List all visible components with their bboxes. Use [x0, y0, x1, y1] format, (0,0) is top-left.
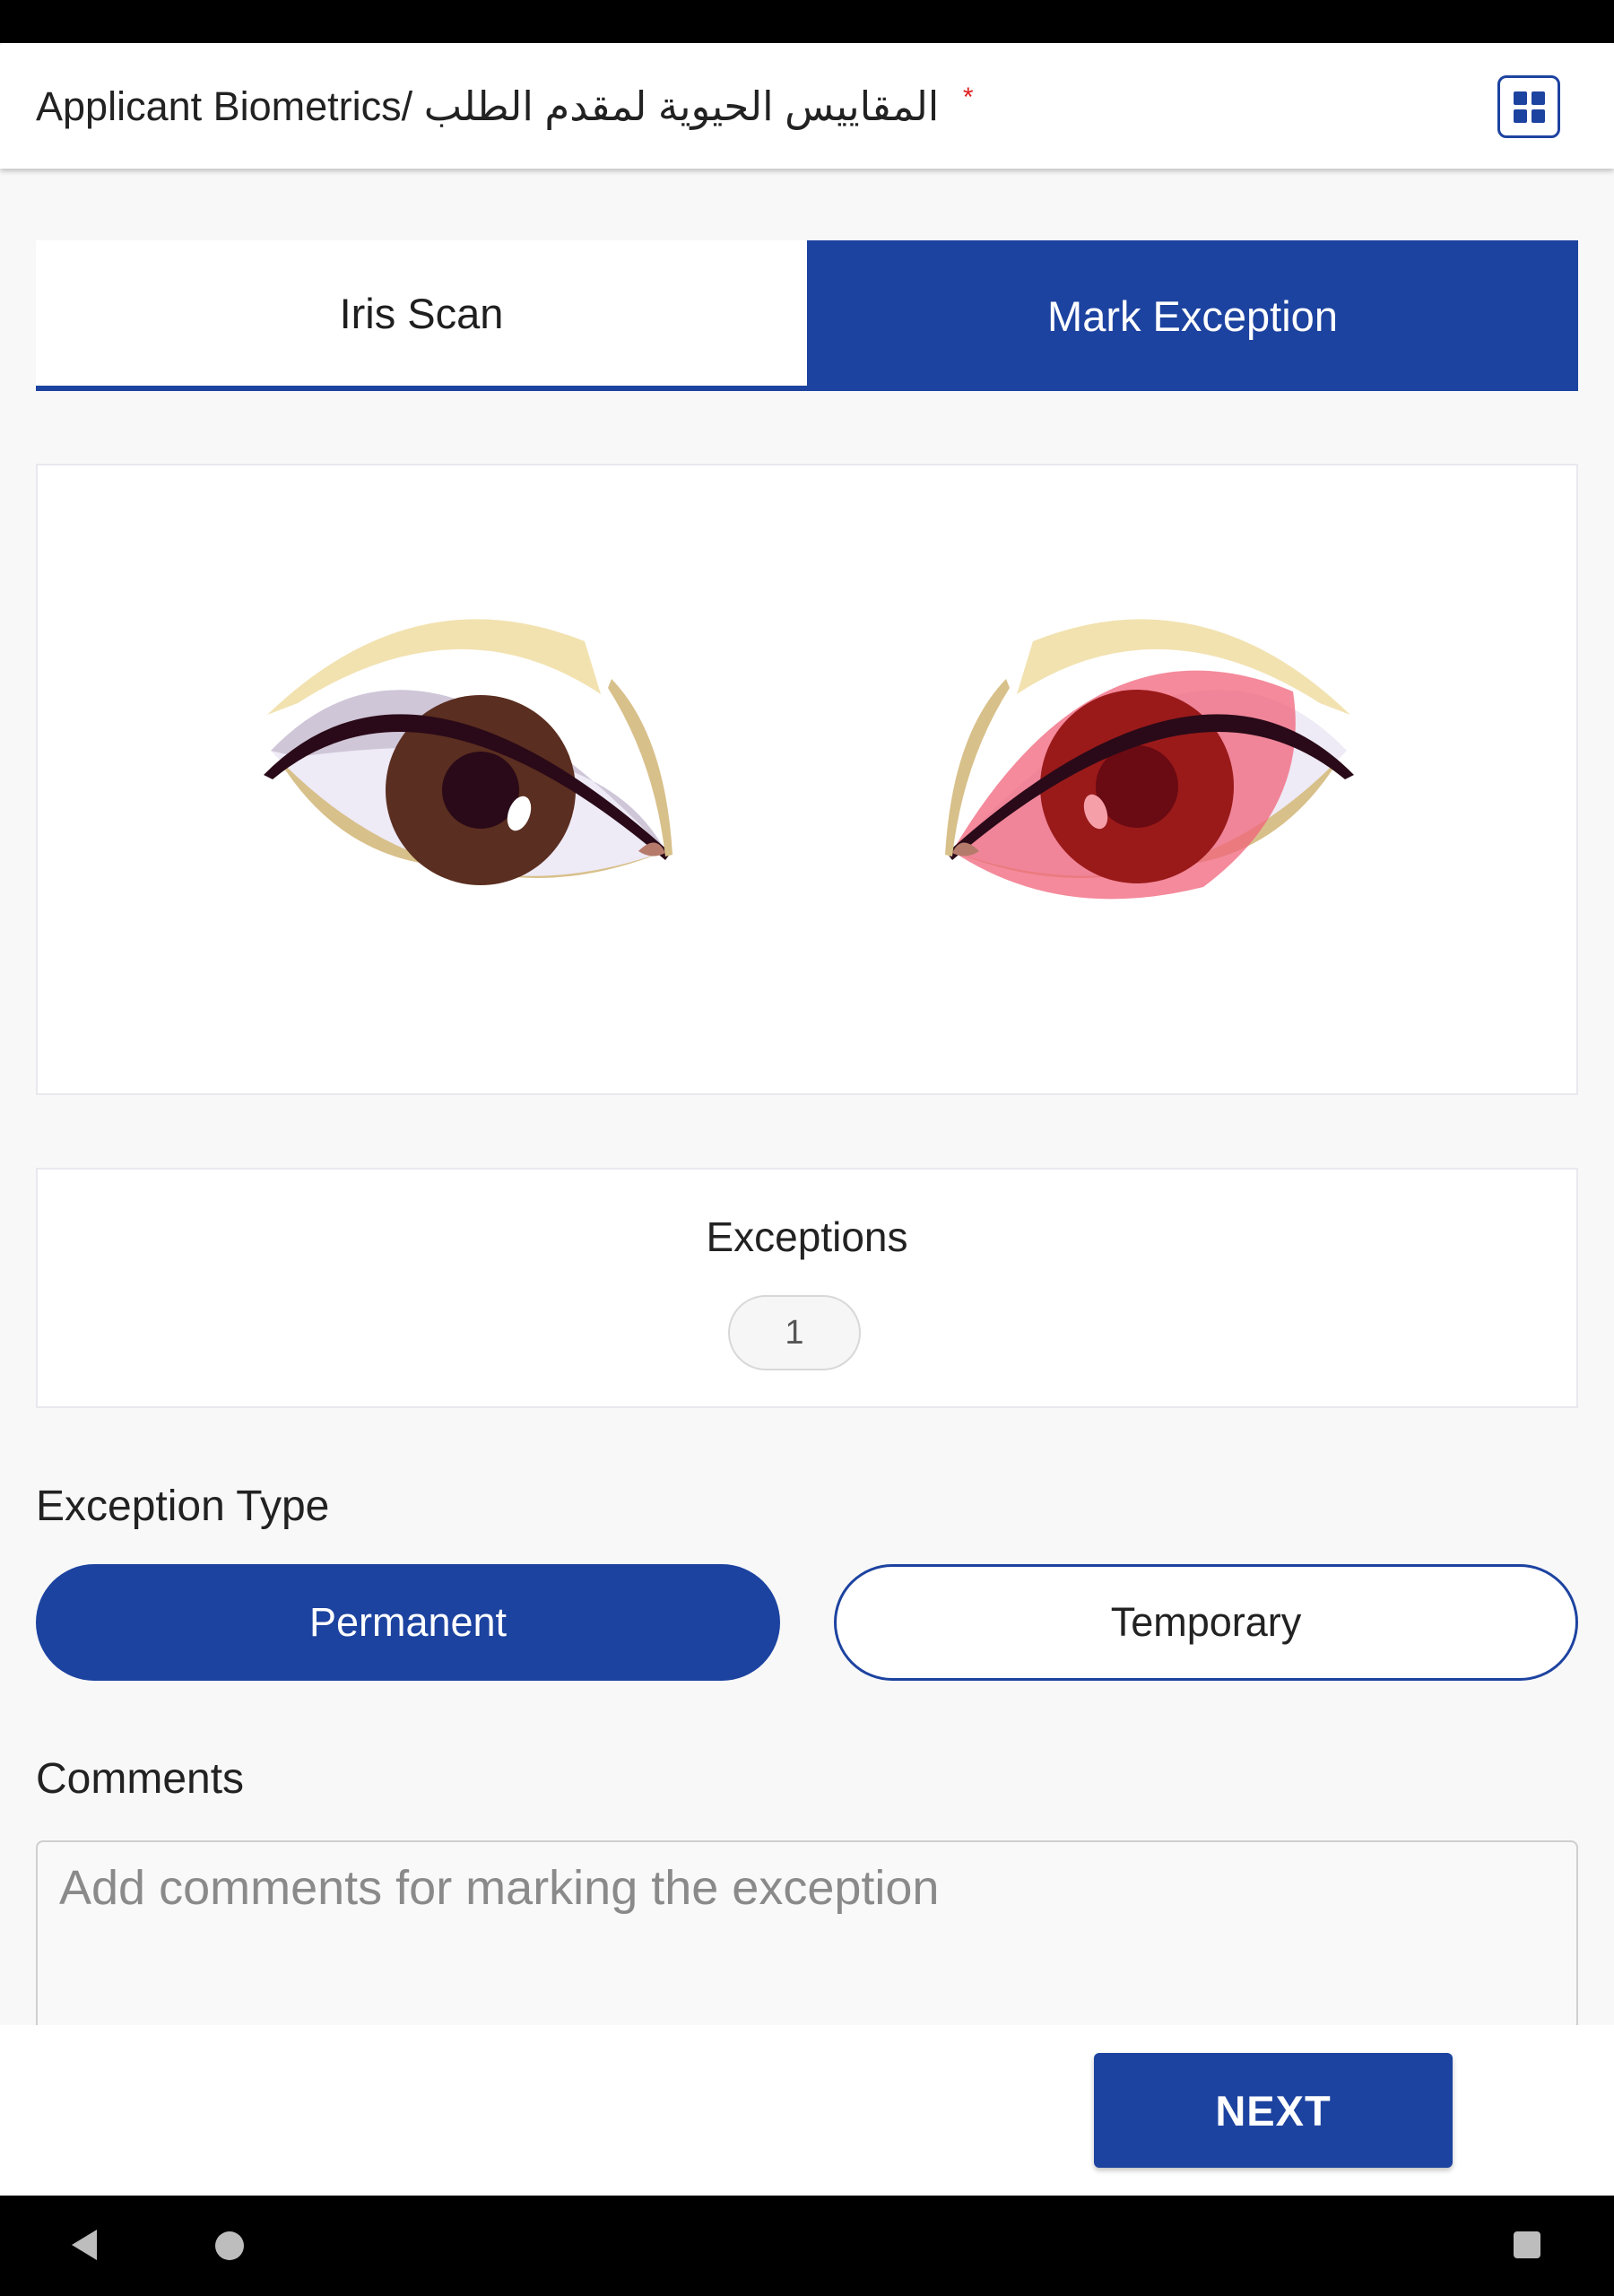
- exceptions-title: Exceptions: [706, 1213, 908, 1260]
- comments-label: Comments: [36, 1755, 245, 1803]
- exceptions-count-badge: 1: [728, 1295, 861, 1370]
- tab-iris-scan[interactable]: Iris Scan: [36, 240, 807, 391]
- page-title: Applicant Biometrics/ المقاييس الحيوية ل…: [36, 83, 974, 130]
- footer-bar: NEXT: [0, 2025, 1614, 2196]
- exceptions-summary: Exceptions 1: [36, 1168, 1578, 1408]
- biometric-tabs: Iris Scan Mark Exception: [36, 240, 1578, 391]
- system-nav-bar: [0, 2196, 1614, 2296]
- tab-mark-exception[interactable]: Mark Exception: [807, 240, 1578, 391]
- home-icon[interactable]: [215, 2231, 244, 2260]
- permanent-button[interactable]: Permanent: [36, 1564, 780, 1681]
- page-title-ar: المقاييس الحيوية لمقدم الطلب: [423, 83, 940, 129]
- app-header: Applicant Biometrics/ المقاييس الحيوية ل…: [0, 43, 1614, 169]
- status-bar: [0, 0, 1614, 43]
- temporary-button[interactable]: Temporary: [834, 1564, 1578, 1681]
- exception-type-label: Exception Type: [36, 1483, 330, 1530]
- back-icon[interactable]: [72, 2230, 97, 2260]
- iris-selection-panel: [36, 464, 1578, 1095]
- right-eye[interactable]: [945, 619, 1354, 900]
- page-title-en: Applicant Biometrics/: [36, 83, 413, 129]
- left-eye[interactable]: [264, 619, 672, 885]
- next-button[interactable]: NEXT: [1094, 2053, 1453, 2168]
- required-marker: *: [962, 83, 974, 112]
- grid-menu-button[interactable]: [1497, 75, 1560, 138]
- recent-apps-icon[interactable]: [1514, 2231, 1540, 2258]
- grid-icon: [1513, 91, 1545, 123]
